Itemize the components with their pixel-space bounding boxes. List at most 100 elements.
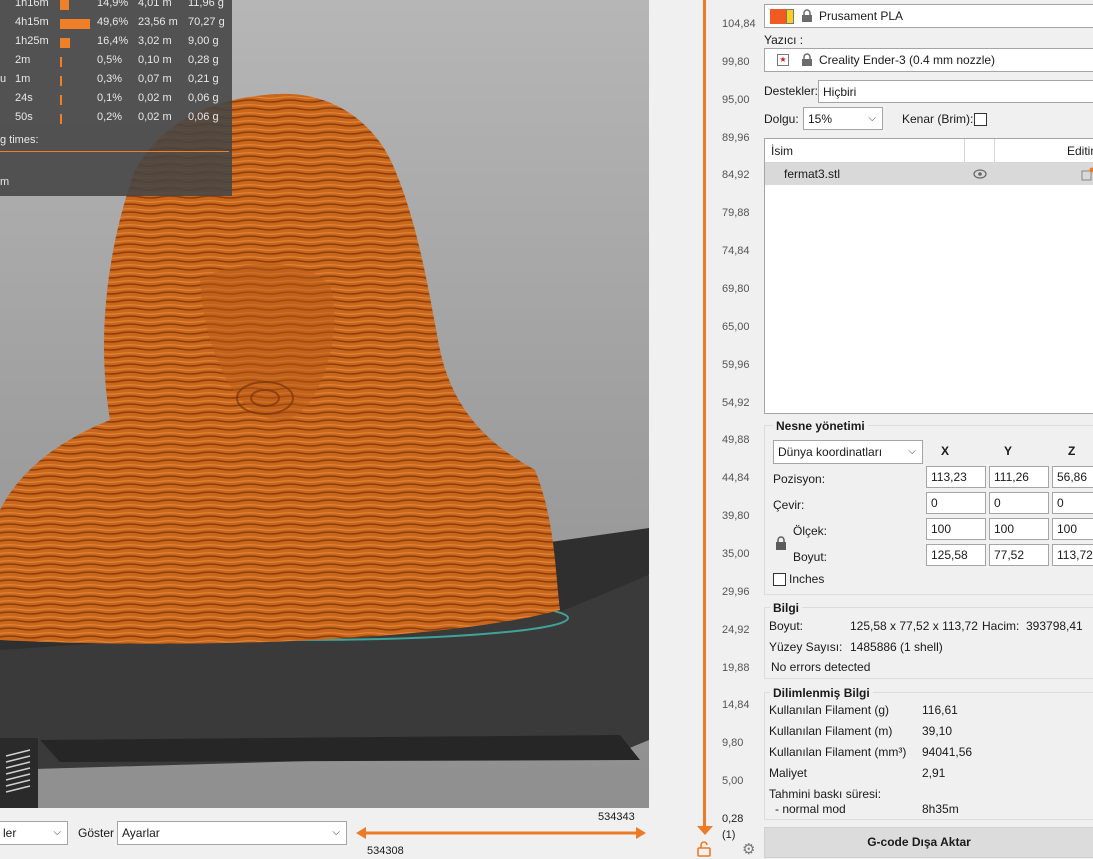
layer-height-tick: 65,00 xyxy=(722,320,750,333)
scale-label: Ölçek: xyxy=(793,524,828,538)
rotation-y-field[interactable]: 0 xyxy=(989,492,1049,514)
layer-height-tick: 74,84 xyxy=(722,245,750,258)
stats-len: 0,02 m xyxy=(138,92,172,104)
supports-combo[interactable]: Hiçbiri xyxy=(818,80,1093,103)
size-z-field[interactable]: 113,72 xyxy=(1052,544,1093,566)
stats-len: 4,01 m xyxy=(138,0,172,9)
coordinate-system-combo[interactable]: Dünya koordinatları ⌵ xyxy=(773,440,923,464)
right-sidebar: Prusament PLA Yazıcı : ★ Creality Ender-… xyxy=(760,0,1093,859)
stats-times-label: g times: xyxy=(0,134,39,146)
lock-icon xyxy=(802,53,812,66)
export-gcode-button[interactable]: G-code Dışa Aktar xyxy=(764,827,1093,858)
sliced-row-label: Kullanılan Filament (m) xyxy=(769,724,893,738)
stats-len: 0,02 m xyxy=(138,111,172,123)
layer-height-tick: 79,88 xyxy=(722,207,750,220)
object-name: fermat3.stl xyxy=(784,167,841,181)
stats-weight: 11,96 g xyxy=(188,0,224,9)
info-facets-value: 1485886 (1 shell) xyxy=(850,640,943,654)
printer-combo[interactable]: ★ Creality Ender-3 (0.4 mm nozzle) xyxy=(764,48,1093,72)
stats-tail: m xyxy=(0,176,10,188)
3d-viewport[interactable]: 1h16m 14,9% 4,01 m 11,96 g 4h15m 49,6% 23,56 m… xyxy=(0,0,649,808)
filament-name: Prusament PLA xyxy=(819,9,904,23)
stats-row: 50s 0,2% 0,02 m 0,06 g xyxy=(0,111,232,129)
stats-bar xyxy=(60,95,62,105)
inches-label: Inches xyxy=(789,572,825,586)
move-range-bottom: 534308 xyxy=(367,845,404,857)
printer-label: Yazıcı : xyxy=(764,33,804,47)
stats-pct: 0,1% xyxy=(97,92,123,104)
print-statistics-overlay: 1h16m 14,9% 4,01 m 11,96 g 4h15m 49,6% 23,56 m… xyxy=(0,0,232,196)
layer-height-tick: 59,96 xyxy=(722,358,750,371)
layer-height-tick: 39,80 xyxy=(722,510,750,523)
infill-combo[interactable]: 15% ⌵ xyxy=(803,107,883,130)
sliced-row-value: 39,10 xyxy=(922,724,953,738)
rotation-x-field[interactable]: 0 xyxy=(926,492,986,514)
stats-row: 1h16m 14,9% 4,01 m 11,96 g xyxy=(0,0,232,15)
brim-checkbox[interactable] xyxy=(974,113,987,126)
axis-z-label: Z xyxy=(1068,444,1076,458)
sliced-row-label: Maliyet xyxy=(769,766,808,780)
layer-slider-thumb[interactable] xyxy=(697,826,713,836)
stats-time: 1h25m xyxy=(15,35,49,47)
eye-icon[interactable] xyxy=(973,169,987,179)
horizontal-move-slider[interactable] xyxy=(356,824,646,842)
object-row[interactable]: fermat3.stl xyxy=(765,163,1093,185)
layer-view-thumbnail[interactable] xyxy=(0,738,38,808)
stats-time: 1m xyxy=(15,73,31,85)
stats-len: 0,07 m xyxy=(138,73,172,85)
layer-height-tick: 29,96 xyxy=(722,585,750,598)
stats-time: 4h15m xyxy=(15,16,49,28)
view-type-combo[interactable]: ler ⌵ xyxy=(0,821,68,845)
layer-slider-track[interactable] xyxy=(703,0,706,826)
position-x-field[interactable]: 113,23 xyxy=(926,466,986,488)
size-y-field[interactable]: 77,52 xyxy=(989,544,1049,566)
layer-height-tick: 84,92 xyxy=(722,169,750,182)
supports-label: Destekler: xyxy=(764,84,819,98)
position-y-field[interactable]: 111,26 xyxy=(989,466,1049,488)
show-options-combo[interactable]: Ayarlar ⌵ xyxy=(117,821,347,845)
printer-name: Creality Ender-3 (0.4 mm nozzle) xyxy=(819,53,996,67)
stats-weight: 9,00 g xyxy=(188,35,219,47)
sliced-row-value: 2,91 xyxy=(922,766,946,780)
infill-label: Dolgu: xyxy=(764,112,799,126)
filament-combo[interactable]: Prusament PLA xyxy=(764,4,1093,28)
sliced-row-value: 94041,56 xyxy=(922,745,973,759)
position-label: Pozisyon: xyxy=(773,472,826,486)
stats-weight: 0,28 g xyxy=(188,54,219,66)
scale-y-field[interactable]: 100 xyxy=(989,518,1049,540)
rotation-z-field[interactable]: 0 xyxy=(1052,492,1093,514)
stats-time: 24s xyxy=(15,92,33,104)
layer-height-tick: 99,80 xyxy=(722,55,750,68)
stats-row: 24s 0,1% 0,02 m 0,06 g xyxy=(0,92,232,110)
info-errors: No errors detected xyxy=(771,660,871,674)
size-x-field[interactable]: 125,58 xyxy=(926,544,986,566)
column-name[interactable]: İsim xyxy=(771,144,793,158)
layer-slider[interactable]: 104,84 99,80 95,00 89,96 84,92 79,88 74,84 69,8… xyxy=(690,0,760,859)
column-editing[interactable]: Editin xyxy=(1067,144,1093,158)
info-size-value: 125,58 x 77,52 x 113,72 xyxy=(850,619,978,633)
scale-x-field[interactable]: 100 xyxy=(926,518,986,540)
stats-bar xyxy=(60,57,62,67)
position-z-field[interactable]: 56,86 xyxy=(1052,466,1093,488)
layer-index: (1) xyxy=(722,829,736,841)
stats-bar xyxy=(60,114,62,124)
scale-z-field[interactable]: 100 xyxy=(1052,518,1093,540)
info-volume-value: 393798,41 xyxy=(1026,619,1083,633)
stats-bar xyxy=(60,38,70,48)
stats-bar xyxy=(60,76,62,86)
stats-len: 0,10 m xyxy=(138,54,172,66)
uniform-scale-lock-icon[interactable] xyxy=(775,536,787,551)
cog-icon[interactable]: ⚙ xyxy=(742,840,755,858)
edit-settings-icon[interactable] xyxy=(1081,167,1093,181)
rotation-label: Çevir: xyxy=(773,498,805,512)
object-list[interactable]: İsim Editin fermat3.stl xyxy=(764,138,1093,414)
chevron-down-icon: ⌵ xyxy=(53,827,61,838)
unlock-icon[interactable] xyxy=(697,841,711,857)
lock-icon xyxy=(802,9,812,22)
sliced-row-value: 116,61 xyxy=(922,703,958,717)
inches-checkbox[interactable] xyxy=(773,573,786,586)
stats-len: 3,02 m xyxy=(138,35,172,47)
preview-bottom-bar: ler ⌵ Göster Ayarlar ⌵ 534343 534308 xyxy=(0,808,690,859)
stats-time: 50s xyxy=(15,111,33,123)
stats-pct: 0,3% xyxy=(97,73,123,85)
